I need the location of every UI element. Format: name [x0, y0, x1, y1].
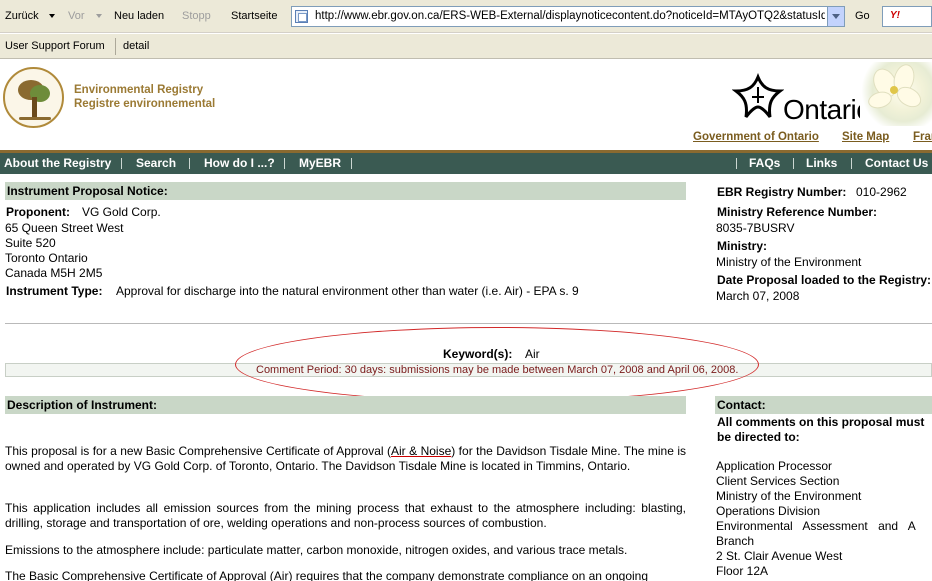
- registry-logo-icon[interactable]: [3, 67, 64, 128]
- ministry-label: Ministry:: [717, 239, 768, 253]
- back-button[interactable]: Zurück: [5, 10, 39, 22]
- description-paragraph: This proposal is for a new Basic Compreh…: [5, 444, 686, 473]
- date-loaded-label: Date Proposal loaded to the Registry:: [717, 273, 932, 287]
- ontario-trillium-icon[interactable]: [732, 73, 784, 125]
- site-header: Environmental Registry Registre environn…: [0, 61, 932, 150]
- contact-intro: All comments on this proposal must be di…: [717, 415, 925, 444]
- link-government-of-ontario[interactable]: Government of Ontario: [693, 131, 819, 143]
- date-loaded-value: March 07, 2008: [716, 289, 800, 303]
- description-section-title: Description of Instrument:: [5, 396, 686, 414]
- ministry-value: Ministry of the Environment: [716, 255, 862, 269]
- forward-dropdown-icon[interactable]: [96, 14, 102, 18]
- forward-button[interactable]: Vor: [68, 10, 85, 22]
- instrument-type-value: Approval for discharge into the natural …: [116, 284, 579, 298]
- back-dropdown-icon[interactable]: [49, 14, 55, 18]
- registry-title-fr: Registre environnemental: [74, 98, 216, 110]
- contact-line: Operations Division: [716, 504, 821, 518]
- nav-myebr[interactable]: MyEBR: [299, 156, 341, 170]
- address-line: Suite 520: [5, 236, 56, 250]
- proponent-name: VG Gold Corp.: [82, 205, 161, 219]
- description-paragraph: This application includes all emission s…: [5, 501, 686, 530]
- contact-line: 2 St. Clair Avenue West: [716, 549, 843, 563]
- nav-contact-us[interactable]: Contact Us: [865, 156, 928, 170]
- stop-button[interactable]: Stopp: [182, 10, 211, 22]
- nav-faqs[interactable]: FAQs: [749, 156, 780, 170]
- bookmark-detail[interactable]: detail: [123, 40, 149, 52]
- bookmarks-bar: User Support Forum detail: [0, 34, 932, 59]
- description-paragraph: The Basic Comprehensive Certificate of A…: [5, 569, 649, 581]
- flower-decoration-icon: [860, 61, 932, 126]
- ebr-number-label: EBR Registry Number:: [717, 185, 847, 199]
- ebr-number-value: 010-2962: [856, 185, 907, 199]
- main-nav: About the Registry Search How do I ...? …: [0, 150, 932, 174]
- address-line: 65 Queen Street West: [5, 221, 124, 235]
- search-box[interactable]: Y!: [882, 6, 932, 27]
- go-button[interactable]: Go: [855, 10, 870, 22]
- nav-about-registry[interactable]: About the Registry: [4, 156, 111, 170]
- ontario-wordmark[interactable]: Ontario: [783, 94, 872, 126]
- contact-line: Application Processor: [716, 459, 833, 473]
- contact-line: Environmental Assessment and A: [716, 519, 916, 533]
- contact-line: Ministry of the Environment: [716, 489, 862, 503]
- ministry-ref-label: Ministry Reference Number:: [717, 205, 878, 219]
- notice-section-title: Instrument Proposal Notice:: [5, 182, 686, 200]
- air-noise-link[interactable]: Air & Noise: [391, 444, 451, 458]
- yahoo-search-icon[interactable]: Y!: [890, 10, 900, 21]
- instrument-type-label: Instrument Type:: [6, 284, 103, 298]
- link-site-map[interactable]: Site Map: [842, 131, 889, 143]
- link-francais[interactable]: Fran: [913, 131, 932, 143]
- registry-title-en: Environmental Registry: [74, 84, 204, 96]
- registry-title: Environmental Registry Registre environn…: [74, 83, 215, 111]
- highlight-ellipse: [235, 327, 759, 402]
- proponent-label: Proponent:: [6, 205, 70, 219]
- description-paragraph: Emissions to the atmosphere include: par…: [5, 543, 628, 557]
- home-button[interactable]: Startseite: [231, 10, 277, 22]
- address-line: Canada M5H 2M5: [5, 266, 103, 280]
- ministry-ref-value: 8035-7BUSRV: [716, 221, 795, 235]
- page-icon: [295, 10, 308, 23]
- browser-toolbar: Zurück Vor Neu laden Stopp Startseite ht…: [0, 0, 932, 33]
- address-dropdown-icon[interactable]: [827, 7, 844, 26]
- reload-button[interactable]: Neu laden: [114, 10, 164, 22]
- bookmark-user-support-forum[interactable]: User Support Forum: [5, 40, 105, 52]
- divider: [5, 323, 932, 324]
- contact-line: Branch: [716, 534, 755, 548]
- nav-how-do-i[interactable]: How do I ...?: [204, 156, 275, 170]
- contact-section-title: Contact:: [715, 396, 932, 414]
- contact-line: Floor 12A: [716, 564, 769, 578]
- address-line: Toronto Ontario: [5, 251, 88, 265]
- nav-search[interactable]: Search: [136, 156, 176, 170]
- address-bar[interactable]: http://www.ebr.gov.on.ca/ERS-WEB-Externa…: [291, 6, 845, 27]
- bookmark-separator: [115, 38, 116, 55]
- contact-line: Client Services Section: [716, 474, 840, 488]
- nav-links[interactable]: Links: [806, 156, 837, 170]
- address-url[interactable]: http://www.ebr.gov.on.ca/ERS-WEB-Externa…: [315, 10, 825, 22]
